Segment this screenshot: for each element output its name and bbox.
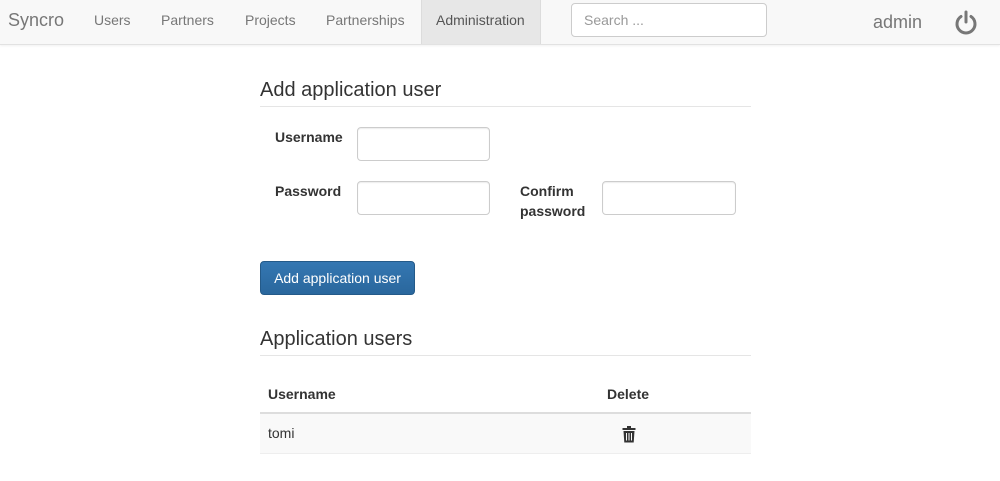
confirm-password-label: Confirm password: [520, 181, 585, 221]
column-header-delete: Delete: [607, 386, 650, 402]
add-application-user-button[interactable]: Add application user: [260, 261, 415, 295]
add-user-heading: Add application user: [260, 79, 751, 107]
application-users-table: Username Delete tomi: [260, 372, 751, 454]
column-header-username: Username: [268, 386, 336, 402]
nav-item-partnerships[interactable]: Partnerships: [326, 0, 405, 44]
table-header-row: Username Delete: [260, 372, 751, 414]
nav-item-users[interactable]: Users: [94, 0, 131, 44]
power-icon[interactable]: [953, 10, 979, 36]
application-users-heading: Application users: [260, 328, 751, 356]
username-label: Username: [275, 129, 343, 145]
confirm-label-line1: Confirm: [520, 183, 574, 199]
brand-logo[interactable]: Syncro: [8, 10, 64, 31]
row-username: tomi: [268, 425, 295, 441]
search-input[interactable]: [571, 3, 767, 37]
confirm-password-field[interactable]: [602, 181, 736, 215]
top-navbar: Syncro Users Partners Projects Partnersh…: [0, 0, 1000, 45]
password-label: Password: [275, 183, 342, 199]
password-field[interactable]: [357, 181, 490, 215]
username-field[interactable]: [357, 127, 490, 161]
nav-item-administration[interactable]: Administration: [421, 0, 541, 44]
current-user-menu[interactable]: admin: [873, 12, 922, 33]
nav-item-projects[interactable]: Projects: [245, 0, 296, 44]
confirm-label-line2: password: [520, 203, 586, 219]
trash-icon[interactable]: [622, 426, 636, 443]
nav-item-partners[interactable]: Partners: [161, 0, 214, 44]
table-row: tomi: [260, 414, 751, 454]
